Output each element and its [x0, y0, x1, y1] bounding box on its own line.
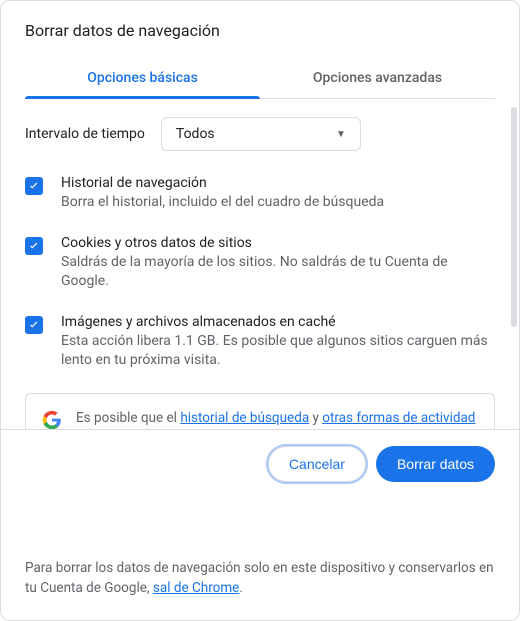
- tabs: Opciones básicas Opciones avanzadas: [25, 58, 495, 99]
- link-sign-out-chrome[interactable]: sal de Chrome: [153, 580, 239, 596]
- google-icon: [42, 410, 62, 429]
- link-search-history[interactable]: historial de búsqueda: [180, 410, 309, 426]
- cancel-button[interactable]: Cancelar: [268, 446, 366, 482]
- checkbox-history[interactable]: [25, 177, 43, 195]
- bottom-note: Para borrar los datos de navegación solo…: [25, 558, 495, 599]
- checkbox-cookies[interactable]: [25, 237, 43, 255]
- check-cookies-title: Cookies y otros datos de sitios: [61, 235, 495, 251]
- checkbox-cache[interactable]: [25, 316, 43, 334]
- time-range-value: Todos: [176, 126, 215, 142]
- tab-advanced[interactable]: Opciones avanzadas: [260, 58, 495, 98]
- check-cookies-desc: Saldrás de la mayoría de los sitios. No …: [61, 253, 495, 292]
- time-range-label: Intervalo de tiempo: [25, 126, 145, 142]
- check-history-desc: Borra el historial, incluido el del cuad…: [61, 193, 495, 213]
- check-history-title: Historial de navegación: [61, 175, 495, 191]
- check-cache-desc: Esta acción libera 1.1 GB. Es posible qu…: [61, 332, 495, 371]
- info-box: Es posible que el historial de búsqueda …: [25, 393, 495, 429]
- tab-basic[interactable]: Opciones básicas: [25, 58, 260, 98]
- dialog-body: Intervalo de tiempo Todos ▼ Historial de…: [1, 99, 519, 429]
- dialog-footer: Cancelar Borrar datos: [1, 429, 519, 498]
- info-text: Es posible que el historial de búsqueda …: [76, 408, 478, 429]
- scrollbar[interactable]: [511, 107, 517, 327]
- dialog-title: Borrar datos de navegación: [25, 21, 495, 40]
- link-other-activity[interactable]: otras formas de actividad: [322, 410, 475, 426]
- time-range-select[interactable]: Todos ▼: [161, 117, 361, 151]
- check-cache-title: Imágenes y archivos almacenados en caché: [61, 314, 495, 330]
- clear-data-button[interactable]: Borrar datos: [376, 446, 495, 482]
- chevron-down-icon: ▼: [336, 129, 346, 140]
